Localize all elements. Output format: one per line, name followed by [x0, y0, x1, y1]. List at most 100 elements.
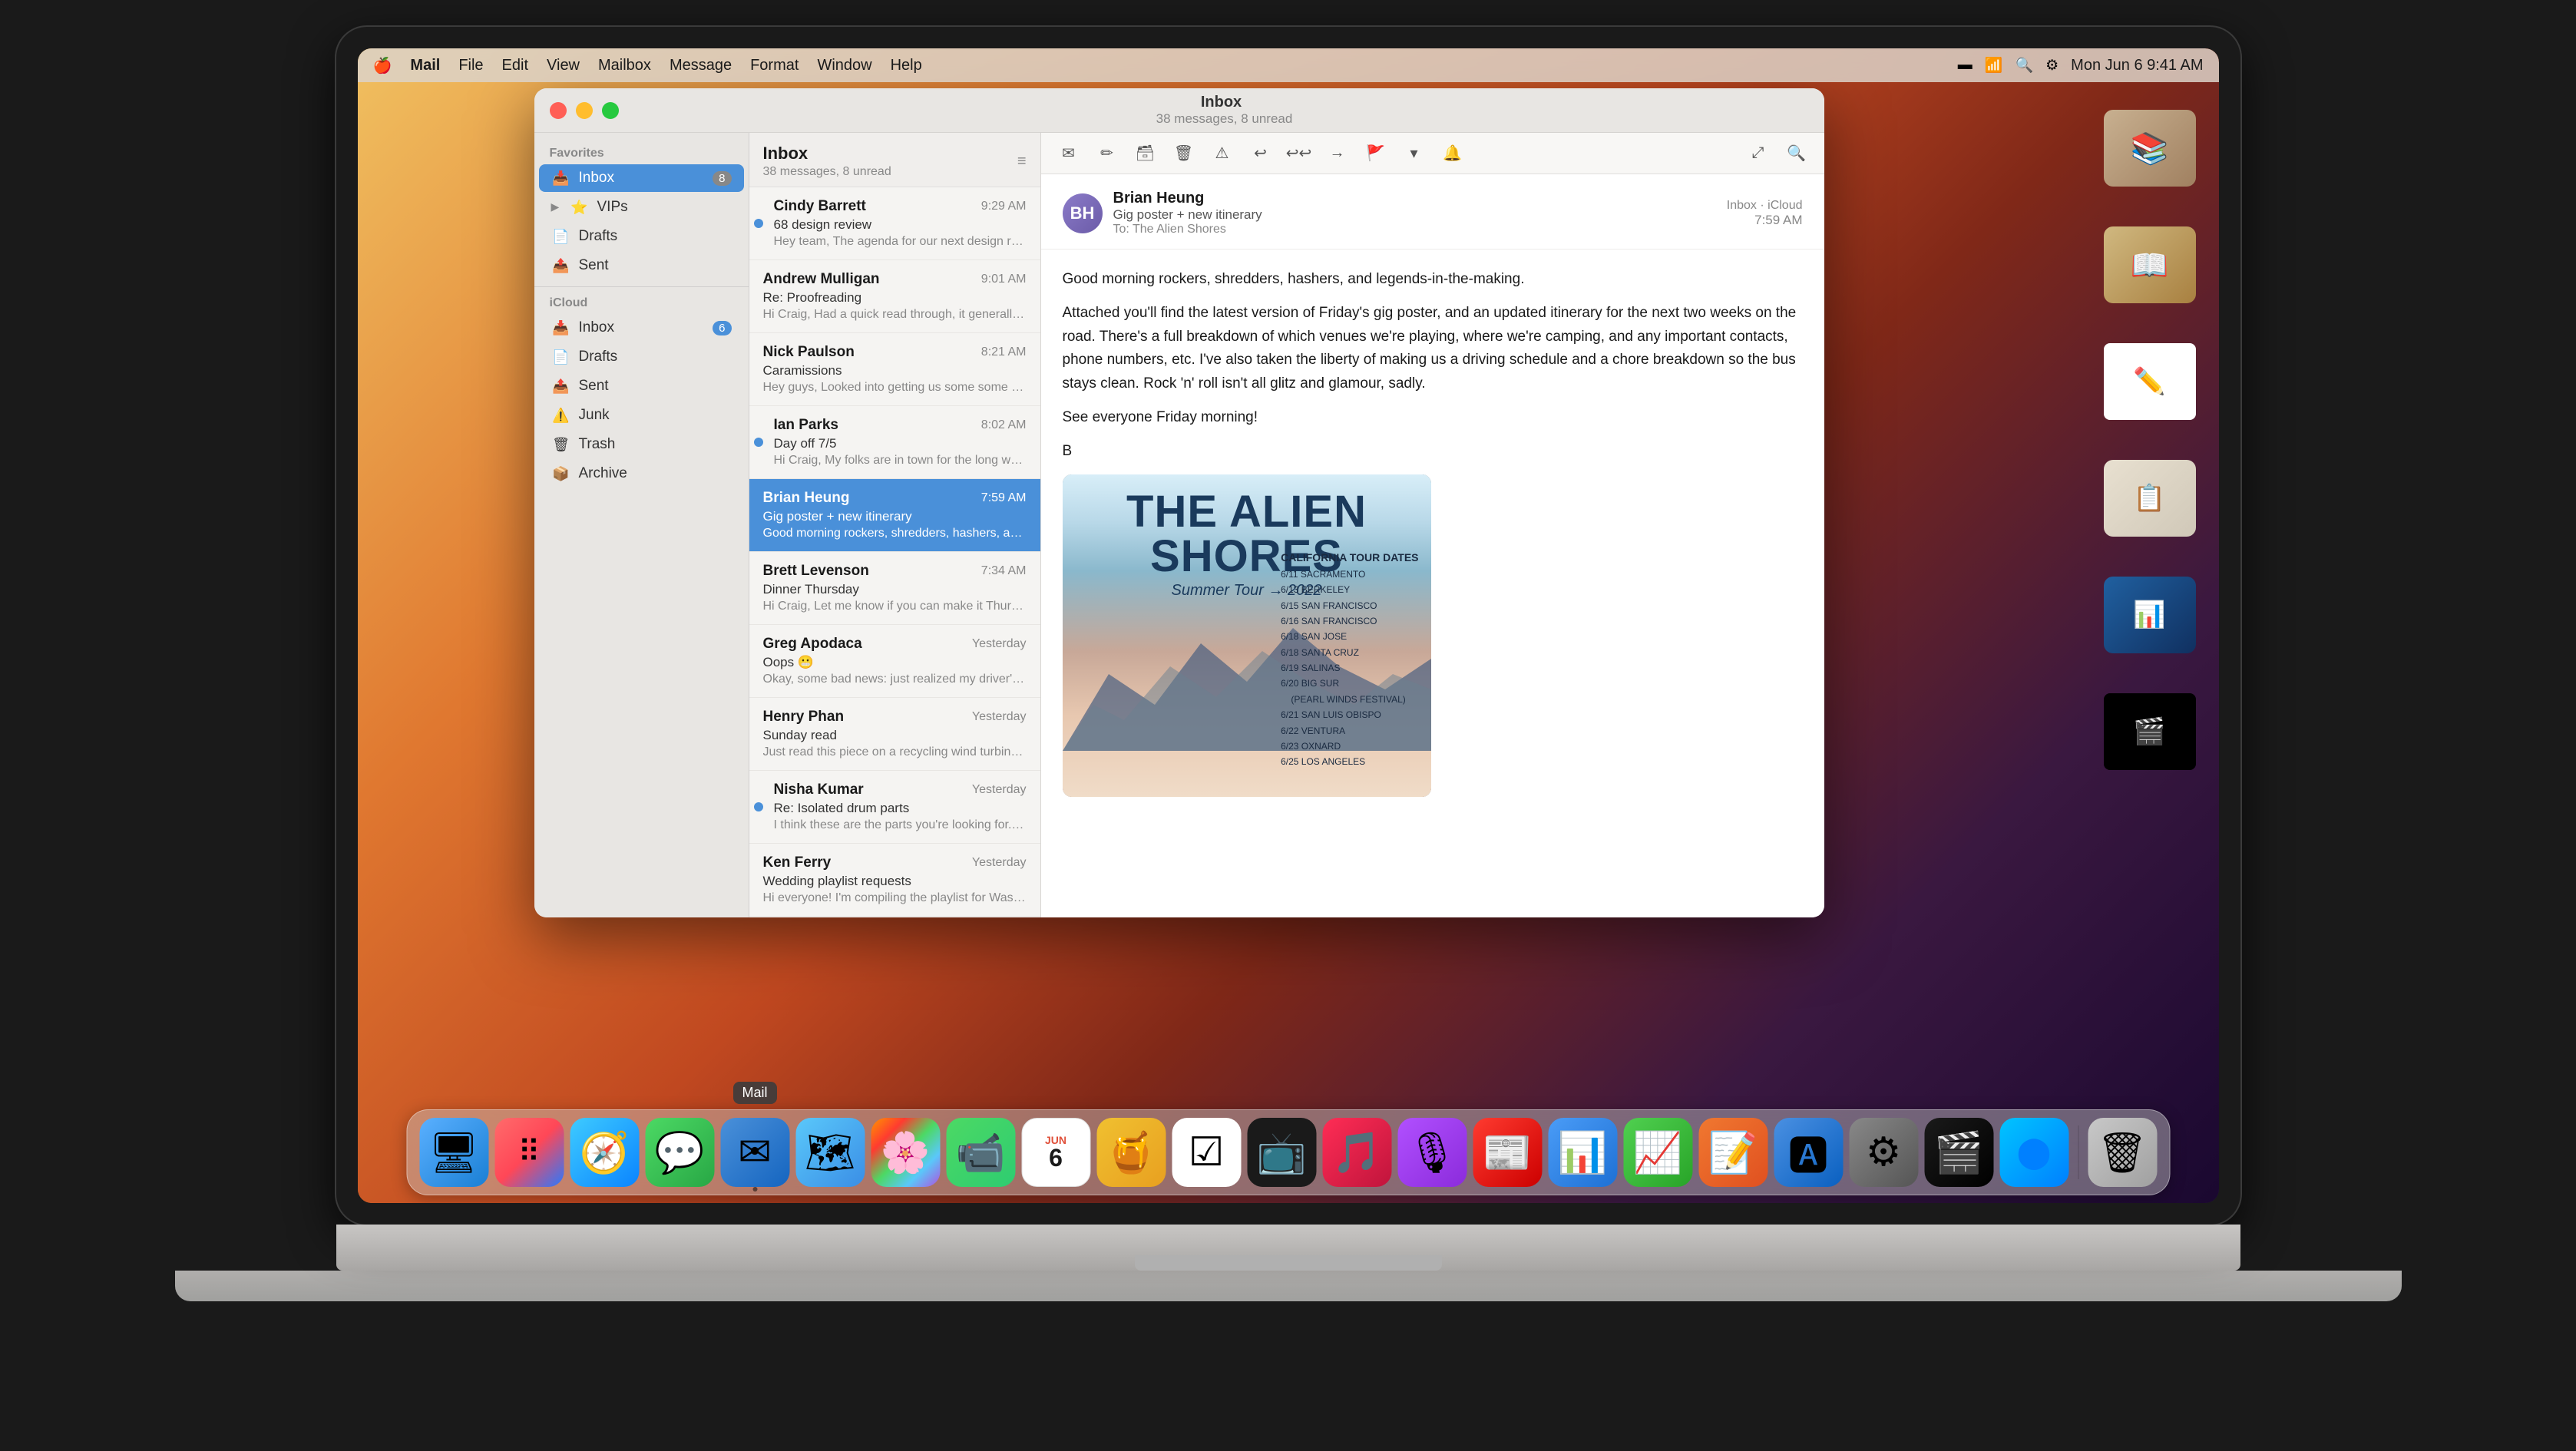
menubar-mailbox[interactable]: Mailbox	[598, 57, 651, 74]
expand-button[interactable]: ⤢	[1743, 140, 1774, 167]
dock-item-finalcut[interactable]: 🎬	[1924, 1118, 1993, 1187]
menubar-edit[interactable]: Edit	[502, 57, 528, 74]
sidebar-item-archive[interactable]: 📦 Archive	[539, 460, 744, 488]
archive-button[interactable]: 🗃	[1130, 140, 1161, 167]
compose-button[interactable]: ✏	[1092, 140, 1123, 167]
message-item-cindy[interactable]: Cindy Barrett 9:29 AM 68 design review H…	[749, 187, 1040, 260]
sidebar: Favorites 📥 Inbox 8 ▶ ⭐ VIPs 📄	[534, 133, 749, 917]
new-mail-button[interactable]: ✉	[1053, 140, 1084, 167]
inbox-badge: 8	[713, 171, 731, 186]
archive-icon: 📦	[551, 466, 571, 482]
dock-item-reminders[interactable]: ☑	[1172, 1118, 1241, 1187]
apple-menu[interactable]: 🍎	[373, 56, 392, 75]
message-item-nisha[interactable]: Nisha Kumar Yesterday Re: Isolated drum …	[749, 771, 1040, 844]
finalcut-icon: 🎬	[1934, 1129, 1984, 1176]
sidebar-item-junk[interactable]: ⚠️ Junk	[539, 402, 744, 429]
attachment-container[interactable]: THE ALIEN SHORES Summer Tour → 2022 CALI…	[1063, 474, 1431, 797]
msg-time: 7:34 AM	[981, 564, 1027, 578]
desktop-icon-1[interactable]: 📚	[2096, 94, 2204, 202]
message-item-henry[interactable]: Henry Phan Yesterday Sunday read Just re…	[749, 698, 1040, 771]
dock-item-screentime[interactable]: ⬤	[1999, 1118, 2068, 1187]
dock-item-honey[interactable]: 🍯	[1096, 1118, 1166, 1187]
message-list-count: 38 messages, 8 unread	[763, 165, 891, 179]
trash-sidebar-icon: 🗑	[551, 437, 571, 453]
minimize-button[interactable]	[576, 102, 593, 119]
msg-time: 8:02 AM	[981, 418, 1027, 432]
menubar-format[interactable]: Format	[750, 57, 799, 74]
reply-button[interactable]: ↩	[1245, 140, 1276, 167]
message-item-brett[interactable]: Brett Levenson 7:34 AM Dinner Thursday H…	[749, 552, 1040, 625]
message-item-brian[interactable]: Brian Heung 7:59 AM Gig poster + new iti…	[749, 479, 1040, 552]
dock-item-mail[interactable]: ✉ Mail	[720, 1118, 789, 1187]
search-icon[interactable]: 🔍	[2015, 56, 2033, 74]
message-item-andrew[interactable]: Andrew Mulligan 9:01 AM Re: Proofreading…	[749, 260, 1040, 333]
sidebar-trash-label: Trash	[579, 436, 616, 453]
sidebar-item-inbox-icloud[interactable]: 📥 Inbox 6	[539, 314, 744, 342]
flag-button[interactable]: 🚩	[1361, 140, 1391, 167]
dock-item-facetime[interactable]: 📹	[946, 1118, 1015, 1187]
dock-item-launchpad[interactable]: ⠿	[494, 1118, 564, 1187]
desktop-icon-3[interactable]: ✏️	[2096, 328, 2204, 435]
message-item-ken[interactable]: Ken Ferry Yesterday Wedding playlist req…	[749, 844, 1040, 917]
message-item-ian[interactable]: Ian Parks 8:02 AM Day off 7/5 Hi Craig, …	[749, 406, 1040, 479]
menubar-app-name[interactable]: Mail	[410, 57, 440, 74]
unread-dot	[754, 219, 763, 228]
dock-item-finder[interactable]: 🖥	[419, 1118, 488, 1187]
email-detail: ✉ ✏ 🗃 🗑 ⚠ ↩ ↩↩ → 🚩 ▾ 🔔 ⤢	[1041, 133, 1824, 917]
dock-item-pages[interactable]: 📝	[1698, 1118, 1767, 1187]
dock-item-numbers[interactable]: 📈	[1623, 1118, 1692, 1187]
menubar-view[interactable]: View	[547, 57, 580, 74]
msg-sender: Nisha Kumar	[774, 782, 864, 798]
detail-to: To: The Alien Shores	[1113, 223, 1716, 236]
msg-time: Yesterday	[972, 710, 1027, 724]
msg-subject: Re: Isolated drum parts	[774, 801, 1027, 816]
dock-item-news[interactable]: 📰	[1473, 1118, 1542, 1187]
sidebar-item-inbox-favorites[interactable]: 📥 Inbox 8	[539, 164, 744, 192]
desktop-icon-6[interactable]: 🎬	[2096, 678, 2204, 785]
msg-time: 7:59 AM	[981, 491, 1027, 505]
sidebar-item-sent-icloud[interactable]: 📤 Sent	[539, 372, 744, 400]
notification-button[interactable]: 🔔	[1437, 140, 1468, 167]
flag-dropdown-button[interactable]: ▾	[1399, 140, 1430, 167]
control-center-icon[interactable]: ⚙	[2045, 57, 2058, 74]
dock-item-appstore[interactable]: 🅰	[1774, 1118, 1843, 1187]
sidebar-item-drafts-icloud[interactable]: 📄 Drafts	[539, 343, 744, 371]
message-item-nick[interactable]: Nick Paulson 8:21 AM Caramissions Hey gu…	[749, 333, 1040, 406]
menubar-message[interactable]: Message	[670, 57, 732, 74]
dock-item-trash[interactable]: 🗑	[2088, 1118, 2157, 1187]
pages-icon: 📝	[1708, 1129, 1758, 1176]
msg-time: 9:01 AM	[981, 273, 1027, 286]
dock-item-music[interactable]: 🎵	[1322, 1118, 1391, 1187]
concert-poster: THE ALIEN SHORES Summer Tour → 2022 CALI…	[1063, 474, 1431, 797]
dock-item-appletv[interactable]: 📺	[1247, 1118, 1316, 1187]
menubar-help[interactable]: Help	[891, 57, 922, 74]
sidebar-item-sent-fav[interactable]: 📤 Sent	[539, 252, 744, 279]
delete-button[interactable]: 🗑	[1169, 140, 1199, 167]
menubar-window[interactable]: Window	[817, 57, 871, 74]
desktop-icon-5[interactable]: 📊	[2096, 561, 2204, 669]
sidebar-item-vips[interactable]: ▶ ⭐ VIPs	[539, 193, 744, 221]
maximize-button[interactable]	[602, 102, 619, 119]
dock-item-safari[interactable]: 🧭	[570, 1118, 639, 1187]
sidebar-item-drafts-fav[interactable]: 📄 Drafts	[539, 223, 744, 250]
dock-item-calendar[interactable]: JUN 6	[1021, 1118, 1090, 1187]
sort-icon[interactable]: ≡	[1017, 153, 1027, 170]
search-button[interactable]: 🔍	[1781, 140, 1812, 167]
dock-item-photos[interactable]: 🌸	[871, 1118, 940, 1187]
desktop-icon-4[interactable]: 📋	[2096, 445, 2204, 552]
desktop-icon-2[interactable]: 📖	[2096, 211, 2204, 319]
message-item-greg[interactable]: Greg Apodaca Yesterday Oops 😬 Okay, some…	[749, 625, 1040, 698]
reply-all-button[interactable]: ↩↩	[1284, 140, 1314, 167]
dock-item-maps[interactable]: 🗺	[795, 1118, 865, 1187]
macbook-base	[175, 1271, 2402, 1301]
sidebar-item-trash[interactable]: 🗑 Trash	[539, 431, 744, 458]
msg-sender: Brian Heung	[763, 490, 850, 507]
close-button[interactable]	[550, 102, 567, 119]
dock-item-podcasts[interactable]: 🎙	[1397, 1118, 1467, 1187]
dock-item-messages[interactable]: 💬	[645, 1118, 714, 1187]
dock-item-keynote[interactable]: 📊	[1548, 1118, 1617, 1187]
dock-item-sysprefs[interactable]: ⚙	[1849, 1118, 1918, 1187]
forward-button[interactable]: →	[1322, 140, 1353, 167]
junk-button[interactable]: ⚠	[1207, 140, 1238, 167]
menubar-file[interactable]: File	[458, 57, 483, 74]
